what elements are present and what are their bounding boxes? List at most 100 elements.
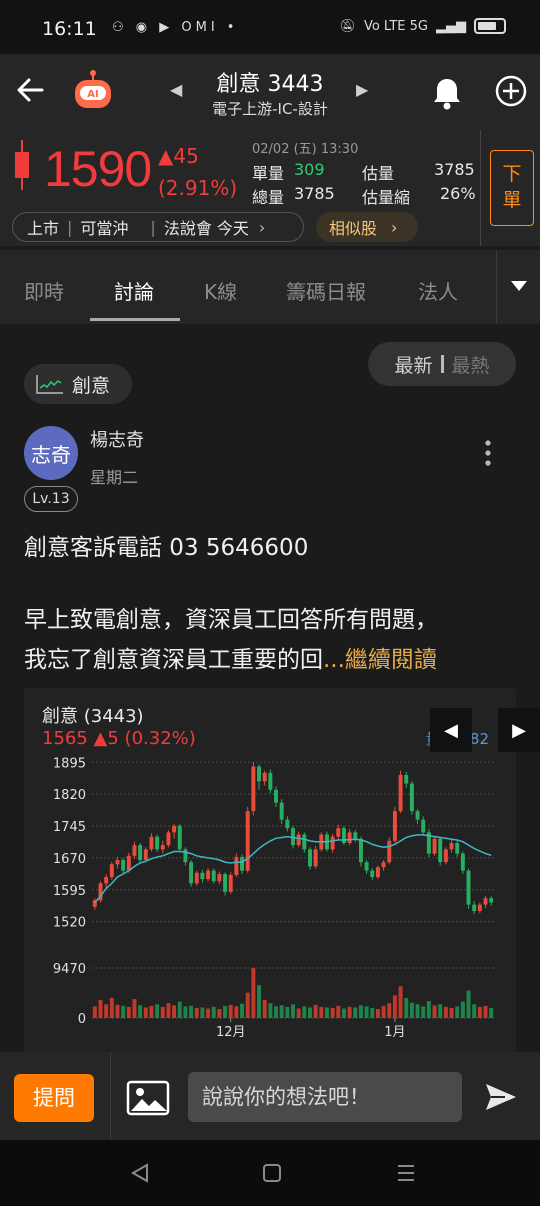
candle xyxy=(449,843,454,850)
chart-next-button[interactable]: ▶ xyxy=(498,708,540,752)
candle xyxy=(455,843,460,854)
send-icon[interactable] xyxy=(484,1082,518,1112)
volume-bar xyxy=(160,1006,165,1018)
candle xyxy=(138,845,143,860)
volume-bar xyxy=(313,1004,318,1018)
quote-panel: 1590 ▲45 (2.91%) 02/02 (五) 13:30 單量 309 … xyxy=(0,130,540,246)
order-label-top: 下 xyxy=(502,163,522,185)
volume-bar xyxy=(183,1006,188,1018)
candle xyxy=(104,877,109,884)
sort-hot[interactable]: 最熱 xyxy=(452,351,490,378)
tab-more-button[interactable] xyxy=(496,250,540,324)
candle xyxy=(341,828,346,843)
volume-bar xyxy=(336,1005,341,1018)
volume-bar xyxy=(138,1005,143,1018)
candle xyxy=(211,870,216,882)
candle xyxy=(126,855,131,871)
volume-bar xyxy=(489,1007,494,1018)
chart-prev-button[interactable]: ◀ xyxy=(430,708,472,752)
y-tick-label: 1895 xyxy=(53,756,86,771)
volume-bar xyxy=(483,1005,488,1018)
sort-toggle[interactable]: 最新 最熱 xyxy=(368,342,516,386)
post-line-2: 早上致電創意，資深員工回答所有問題， xyxy=(24,607,438,633)
add-watchlist-icon[interactable] xyxy=(494,74,528,108)
volume-bar xyxy=(166,1003,171,1018)
avatar[interactable]: 志奇 xyxy=(24,426,78,480)
volume-bar xyxy=(200,1007,205,1018)
candle xyxy=(308,849,312,867)
author-name[interactable]: 楊志奇 xyxy=(90,426,144,452)
read-more-link[interactable]: ...繼續閱讀 xyxy=(323,647,437,673)
volume-bar xyxy=(206,1008,211,1018)
system-icons: 🔕︎ Vo LTE 5G ▂▄▆ xyxy=(339,18,506,34)
mini-chart-icon xyxy=(36,375,63,394)
candle xyxy=(364,862,369,871)
place-order-button[interactable]: 下 單 xyxy=(490,150,534,226)
candle xyxy=(438,838,443,863)
comment-input[interactable]: 說說你的想法吧！ xyxy=(188,1072,462,1122)
prev-stock-button[interactable]: ◀ xyxy=(170,80,182,99)
volume-bar xyxy=(194,1007,199,1018)
volume-bar xyxy=(341,1008,346,1018)
bell-icon[interactable] xyxy=(428,74,466,112)
candle xyxy=(245,811,250,871)
status-time: 16:11 xyxy=(42,18,97,40)
tab-chip-report[interactable]: 籌碼日報 xyxy=(286,276,366,305)
volume-bar xyxy=(460,1001,465,1018)
y-tick-label: 1745 xyxy=(53,820,86,835)
tab-institutional[interactable]: 法人 xyxy=(418,276,458,305)
volume-bar xyxy=(455,1006,460,1018)
candle xyxy=(257,766,262,782)
candle xyxy=(404,775,409,784)
volume-bar xyxy=(177,1001,182,1018)
unit-volume-label: 單量 xyxy=(252,164,285,183)
user-level-badge: Lv.13 xyxy=(24,486,78,512)
total-volume-value: 3785 xyxy=(294,184,335,203)
next-stock-button[interactable]: ▶ xyxy=(356,80,368,99)
volume-bar xyxy=(302,1006,307,1018)
volume-bar xyxy=(432,1005,437,1018)
volume-bar xyxy=(392,995,397,1018)
volume-bar xyxy=(324,1007,329,1018)
image-upload-icon[interactable] xyxy=(126,1080,170,1116)
volume-bar xyxy=(472,1004,477,1018)
ask-question-button[interactable]: 提問 xyxy=(14,1074,94,1122)
volume-bar xyxy=(279,1005,284,1018)
similar-stocks-button[interactable]: 相似股 › xyxy=(316,212,418,242)
tab-kline[interactable]: K線 xyxy=(204,276,237,305)
signal-icon: ▂▄▆ xyxy=(436,18,466,34)
tab-realtime[interactable]: 即時 xyxy=(24,276,64,305)
candle xyxy=(223,874,228,892)
volume-bar xyxy=(438,1004,443,1018)
back-arrow-icon[interactable] xyxy=(12,72,48,108)
nav-recents-icon[interactable] xyxy=(398,1165,414,1181)
candle xyxy=(268,772,273,790)
candle xyxy=(472,904,477,911)
volume-bar xyxy=(296,1008,301,1018)
candle xyxy=(353,832,358,839)
volume-bar xyxy=(115,1004,120,1018)
volume-bar xyxy=(149,1005,154,1018)
dropdown-triangle-icon xyxy=(511,281,527,291)
stock-info-bar[interactable]: 上市 | 可當沖 | 法說會 今天 › xyxy=(12,212,304,242)
ai-robot-icon[interactable]: AI xyxy=(70,68,116,114)
tab-discussion[interactable]: 討論 xyxy=(114,276,154,305)
nav-back-icon[interactable] xyxy=(130,1163,148,1183)
candle xyxy=(285,819,290,829)
listing-market: 上市 xyxy=(27,219,60,238)
candle xyxy=(274,789,278,803)
candle xyxy=(279,802,284,820)
volume-bar xyxy=(358,1005,363,1018)
stock-tag[interactable]: 創意 xyxy=(24,364,132,404)
candle xyxy=(115,860,120,865)
est-volume-value: 3785 xyxy=(434,160,475,179)
volume-bar xyxy=(234,1006,239,1018)
volume-bar xyxy=(251,968,256,1018)
volume-bar xyxy=(257,985,262,1018)
volume-tick-label: 0 xyxy=(78,1012,86,1027)
more-options-icon[interactable] xyxy=(484,440,492,466)
nav-home-icon[interactable] xyxy=(263,1164,281,1182)
volume-bar xyxy=(319,1006,324,1018)
volume-bar xyxy=(443,1006,448,1018)
sort-latest[interactable]: 最新 xyxy=(394,351,432,378)
